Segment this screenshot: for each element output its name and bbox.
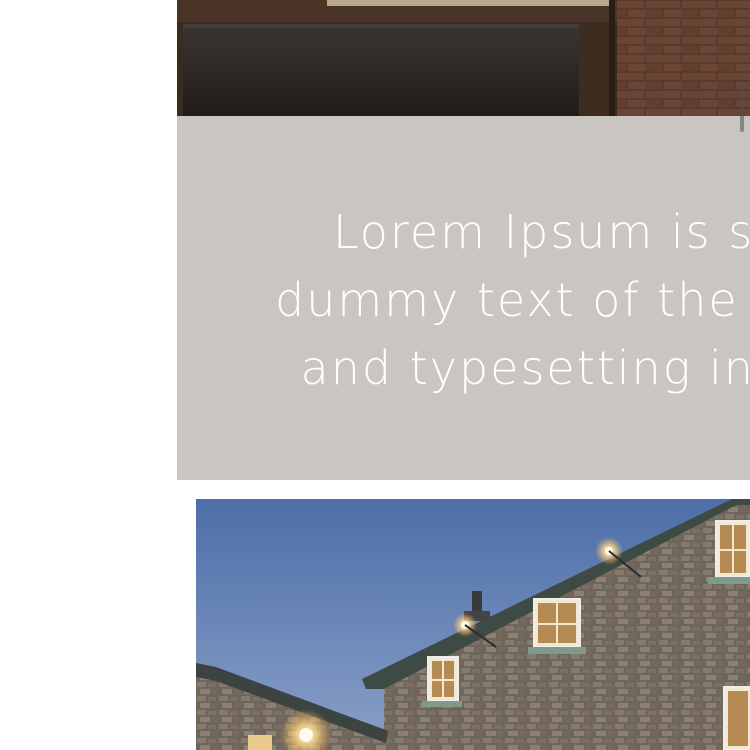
intro-line-2: dummy text of the printing <box>275 273 750 327</box>
intro-line-1: Lorem Ipsum is simply <box>332 205 750 259</box>
intro-line-3: and typesetting industry. <box>300 341 750 395</box>
page: Lorem Ipsum is simply dummy text of the … <box>0 0 750 750</box>
intro-text: Lorem Ipsum is simply dummy text of the … <box>177 198 750 402</box>
scrollbar-thumb[interactable] <box>740 82 744 132</box>
top-photo <box>177 0 750 116</box>
bottom-photo <box>196 499 750 750</box>
text-panel: Lorem Ipsum is simply dummy text of the … <box>177 116 750 480</box>
